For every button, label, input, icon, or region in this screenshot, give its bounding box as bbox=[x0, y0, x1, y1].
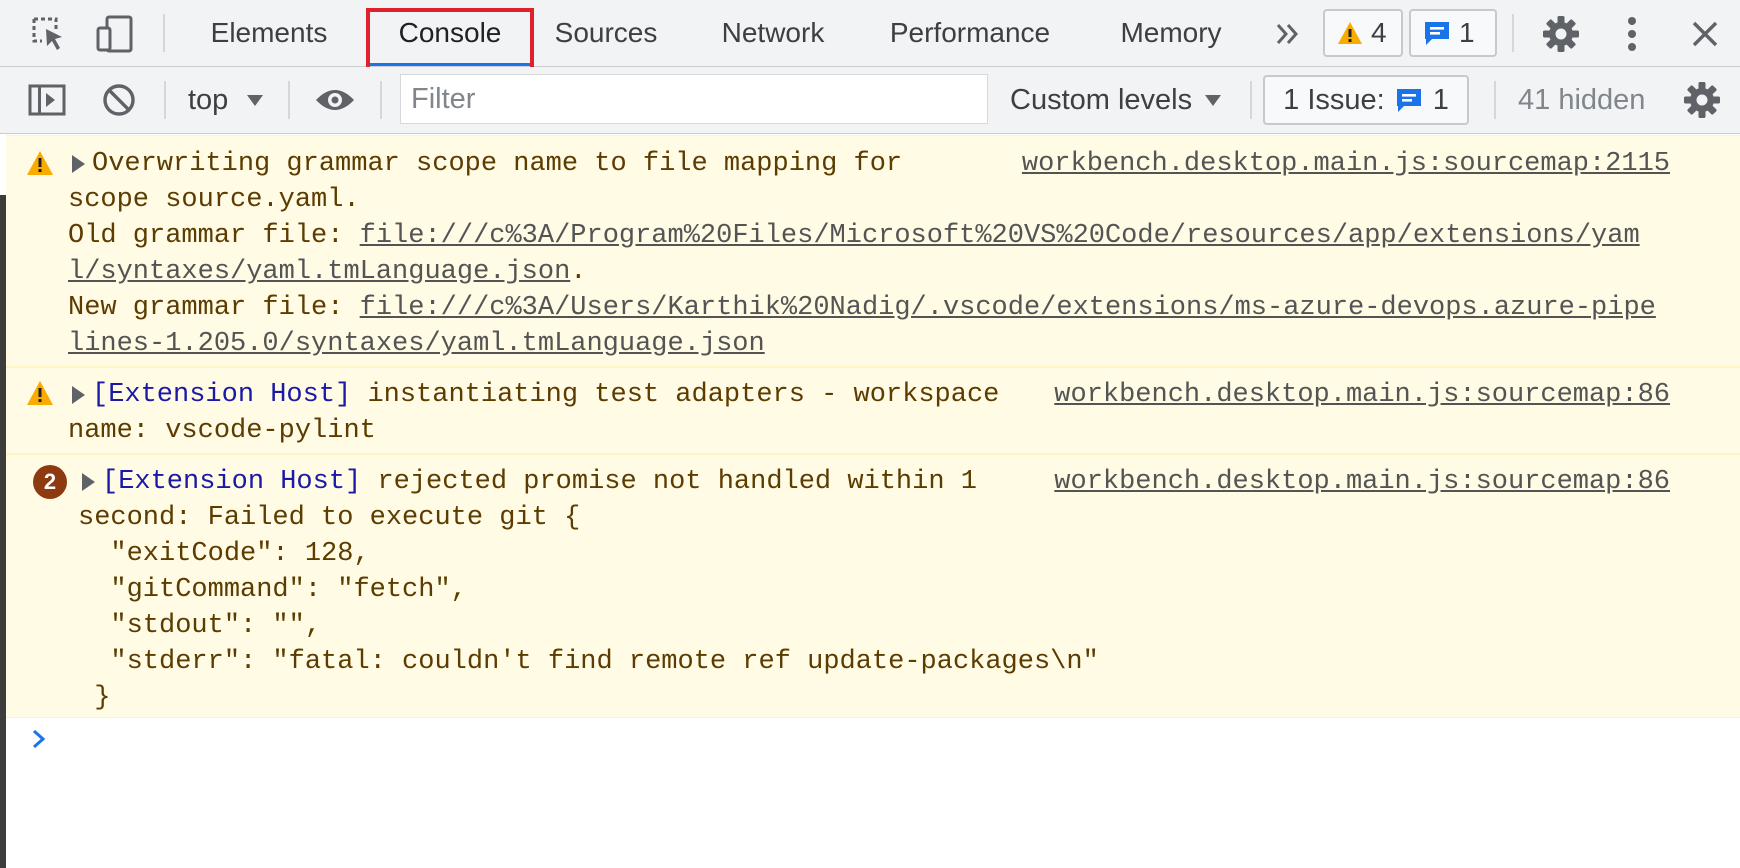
message-text: [Extension Host] instantiating test adap… bbox=[92, 377, 999, 413]
console-toolbar: top Custom levels 1 Issue: 1 41 hidden bbox=[0, 67, 1740, 134]
warning-icon bbox=[27, 151, 53, 175]
tab-performance[interactable]: Performance bbox=[882, 0, 1058, 66]
extension-host-tag: [Extension Host] bbox=[92, 380, 352, 410]
new-grammar-link[interactable]: file:///c%3A/Users/Karthik%20Nadig/.vsco… bbox=[360, 293, 1656, 323]
console-settings-icon[interactable] bbox=[1680, 78, 1724, 122]
log-levels-label: Custom levels bbox=[1010, 83, 1193, 116]
message-text: name: vscode-pylint bbox=[68, 416, 376, 446]
messages-badge[interactable]: 1 bbox=[1409, 9, 1497, 57]
divider bbox=[1250, 81, 1252, 119]
expand-triangle-icon[interactable] bbox=[82, 473, 95, 491]
context-selector[interactable]: top bbox=[188, 77, 264, 123]
expand-triangle-icon[interactable] bbox=[72, 386, 85, 404]
settings-icon[interactable] bbox=[1539, 12, 1583, 56]
kebab-menu-icon[interactable] bbox=[1610, 12, 1654, 56]
old-grammar-link[interactable]: file:///c%3A/Program%20Files/Microsoft%2… bbox=[360, 221, 1640, 251]
old-grammar-link[interactable]: l/syntaxes/yaml.tmLanguage.json bbox=[68, 257, 570, 287]
tab-label: Network bbox=[721, 17, 825, 48]
tab-elements[interactable]: Elements bbox=[196, 0, 342, 66]
source-link[interactable]: workbench.desktop.main.js:sourcemap:86 bbox=[1054, 464, 1670, 500]
issues-button[interactable]: 1 Issue: 1 bbox=[1263, 75, 1469, 125]
message-text: l/syntaxes/yaml.tmLanguage.json. bbox=[68, 254, 587, 290]
divider bbox=[380, 81, 382, 119]
warning-icon bbox=[1338, 22, 1362, 44]
repeat-count-badge: 2 bbox=[33, 465, 67, 499]
message-text: "gitCommand": "fetch", bbox=[78, 575, 467, 605]
messages-count: 1 bbox=[1459, 17, 1475, 48]
tab-sources[interactable]: Sources bbox=[546, 0, 666, 66]
message-text: Old grammar file: file:///c%3A/Program%2… bbox=[68, 218, 1640, 254]
tab-label: Memory bbox=[1120, 17, 1222, 48]
message-text: "stdout": "", bbox=[78, 611, 322, 641]
tab-console[interactable]: Console bbox=[370, 0, 530, 66]
prompt-chevron-icon bbox=[33, 729, 46, 749]
warning-icon bbox=[27, 381, 53, 405]
source-link[interactable]: workbench.desktop.main.js:sourcemap:2115 bbox=[1022, 146, 1670, 182]
divider bbox=[164, 81, 166, 119]
old-grammar-label: Old grammar file: bbox=[68, 221, 360, 251]
console-warning-message: 2 [Extension Host] rejected promise not … bbox=[6, 454, 1740, 718]
filter-input[interactable] bbox=[400, 74, 988, 124]
devtools-tab-bar: Elements Console Sources Network Perform… bbox=[0, 0, 1740, 67]
divider bbox=[1494, 81, 1496, 119]
message-text: "exitCode": 128, bbox=[78, 539, 370, 569]
message-text: lines-1.205.0/syntaxes/yaml.tmLanguage.j… bbox=[68, 326, 765, 362]
clear-console-icon[interactable] bbox=[97, 78, 141, 122]
device-toolbar-icon[interactable] bbox=[93, 12, 137, 56]
message-text: [Extension Host] rejected promise not ha… bbox=[102, 464, 977, 500]
message-text: scope source.yaml. bbox=[68, 185, 360, 215]
new-grammar-link[interactable]: lines-1.205.0/syntaxes/yaml.tmLanguage.j… bbox=[68, 329, 765, 359]
issues-label: 1 Issue: bbox=[1283, 83, 1385, 116]
message-line: rejected promise not handled within 1 bbox=[361, 467, 977, 497]
tab-label: Elements bbox=[210, 17, 328, 48]
expand-triangle-icon[interactable] bbox=[72, 155, 85, 173]
divider bbox=[163, 14, 165, 52]
hidden-messages-count: 41 hidden bbox=[1518, 83, 1646, 116]
console-warning-message: [Extension Host] instantiating test adap… bbox=[6, 367, 1740, 454]
message-text: Overwriting grammar scope name to file m… bbox=[92, 149, 903, 179]
warnings-count: 4 bbox=[1371, 17, 1387, 48]
new-grammar-label: New grammar file: bbox=[68, 293, 360, 323]
tab-label: Console bbox=[398, 17, 502, 48]
active-tab-indicator bbox=[370, 63, 530, 66]
close-icon[interactable] bbox=[1683, 12, 1727, 56]
message-text: } bbox=[78, 683, 111, 713]
console-warning-message: Overwriting grammar scope name to file m… bbox=[6, 135, 1740, 367]
tab-label: Sources bbox=[554, 17, 658, 48]
divider bbox=[1512, 14, 1514, 52]
warnings-badge[interactable]: 4 bbox=[1323, 9, 1403, 57]
message-icon bbox=[1396, 89, 1421, 112]
inspect-element-icon[interactable] bbox=[27, 12, 71, 56]
context-label: top bbox=[188, 83, 229, 116]
tab-network[interactable]: Network bbox=[706, 0, 840, 66]
message-text: New grammar file: file:///c%3A/Users/Kar… bbox=[68, 290, 1656, 326]
more-tabs-icon[interactable] bbox=[1266, 12, 1310, 56]
tab-memory[interactable]: Memory bbox=[1108, 0, 1234, 66]
message-text: second: Failed to execute git { bbox=[78, 503, 581, 533]
source-link[interactable]: workbench.desktop.main.js:sourcemap:86 bbox=[1054, 377, 1670, 413]
extension-host-tag: [Extension Host] bbox=[102, 467, 362, 497]
console-prompt[interactable] bbox=[30, 728, 48, 755]
tab-label: Performance bbox=[889, 17, 1051, 48]
issues-count: 1 bbox=[1432, 83, 1449, 116]
divider bbox=[288, 81, 290, 119]
message-icon bbox=[1425, 22, 1449, 45]
sidebar-toggle-icon[interactable] bbox=[25, 78, 69, 122]
message-line: instantiating test adapters - workspace bbox=[351, 380, 1000, 410]
eye-icon[interactable] bbox=[313, 78, 357, 122]
punctuation: . bbox=[570, 257, 587, 287]
message-text: "stderr": "fatal: couldn't find remote r… bbox=[78, 647, 1099, 677]
dropdown-arrow-icon bbox=[247, 95, 264, 106]
log-levels-dropdown[interactable]: Custom levels bbox=[1010, 77, 1222, 123]
dropdown-arrow-icon bbox=[1205, 95, 1222, 106]
